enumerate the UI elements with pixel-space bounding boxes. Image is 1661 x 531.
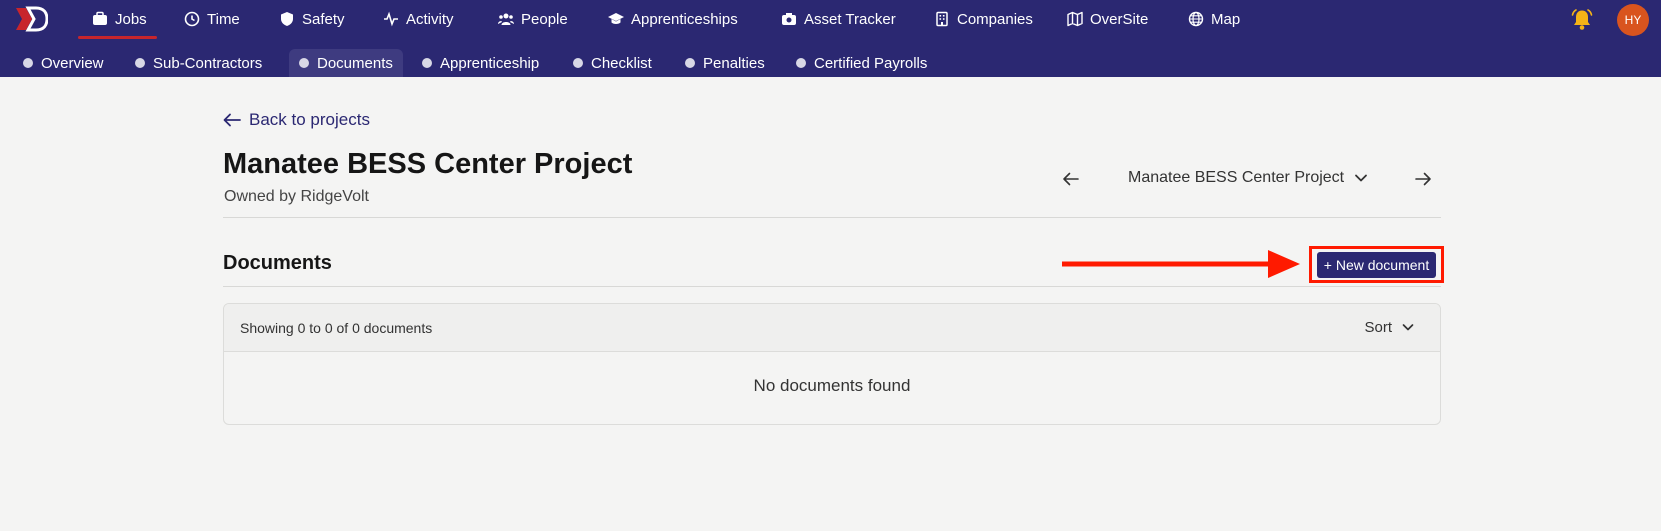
subnav-documents-label: Documents [317, 54, 393, 72]
avatar[interactable]: HY [1617, 4, 1649, 36]
subnav-apprenticeship-label: Apprenticeship [440, 54, 540, 72]
people-icon [498, 13, 514, 25]
subnav-sub-contractors-label: Sub-Contractors [153, 54, 263, 72]
status-dot-icon [422, 58, 432, 68]
subnav-certified-payrolls[interactable]: Certified Payrolls [786, 49, 937, 77]
nav-oversite-label: OverSite [1090, 10, 1149, 28]
camera-icon [782, 13, 796, 25]
subnav-documents[interactable]: Documents [289, 49, 403, 77]
top-navigation-bar: Jobs Time Safety Activity People Apprent… [0, 0, 1661, 77]
results-count: Showing 0 to 0 of 0 documents [240, 320, 433, 336]
sort-dropdown[interactable]: Sort [1364, 319, 1414, 336]
next-project-arrow-icon[interactable] [1414, 171, 1432, 187]
nav-time[interactable]: Time [184, 0, 240, 38]
header-divider [223, 217, 1441, 218]
subnav-checklist-label: Checklist [591, 54, 652, 72]
nav-people[interactable]: People [498, 0, 568, 38]
subnav-penalties-label: Penalties [703, 54, 765, 72]
nav-asset-tracker-label: Asset Tracker [804, 10, 896, 28]
nav-asset-tracker[interactable]: Asset Tracker [781, 0, 896, 38]
sort-label: Sort [1364, 319, 1392, 336]
bell-icon[interactable] [1570, 8, 1594, 32]
nav-apprenticeships-label: Apprenticeships [631, 10, 738, 28]
documents-heading: Documents [223, 252, 332, 274]
status-dot-icon [23, 58, 33, 68]
building-icon [936, 11, 948, 27]
graduation-cap-icon [608, 13, 624, 24]
globe-icon [1188, 11, 1204, 27]
clock-icon [184, 11, 200, 27]
nav-jobs[interactable]: Jobs [92, 0, 147, 38]
new-document-highlight: + New document [1309, 246, 1444, 283]
status-dot-icon [573, 58, 583, 68]
nav-companies[interactable]: Companies [934, 0, 1033, 38]
nav-safety[interactable]: Safety [279, 0, 345, 38]
annotation-arrow-icon [1062, 250, 1300, 278]
subnav-checklist[interactable]: Checklist [563, 49, 662, 77]
briefcase-icon [93, 11, 107, 25]
nav-safety-label: Safety [302, 10, 345, 28]
arrow-left-icon [223, 113, 241, 127]
section-divider [223, 286, 1441, 287]
subnav-penalties[interactable]: Penalties [675, 49, 775, 77]
map-fold-icon [1067, 11, 1083, 27]
nav-active-indicator [78, 36, 157, 39]
documents-panel: Showing 0 to 0 of 0 documents Sort No do… [223, 303, 1441, 425]
previous-project-arrow-icon[interactable] [1062, 171, 1080, 187]
subnav-overview[interactable]: Overview [13, 49, 114, 77]
back-to-projects-link[interactable]: Back to projects [223, 110, 370, 130]
nav-activity[interactable]: Activity [383, 0, 454, 38]
status-dot-icon [685, 58, 695, 68]
chevron-down-icon [1402, 324, 1414, 331]
project-owner: Owned by RidgeVolt [224, 188, 369, 205]
activity-icon [384, 11, 398, 27]
new-document-button[interactable]: + New document [1316, 251, 1437, 278]
chevron-down-icon [1355, 174, 1368, 182]
subnav-overview-label: Overview [41, 54, 104, 72]
status-dot-icon [299, 58, 309, 68]
documents-panel-header: Showing 0 to 0 of 0 documents Sort [224, 304, 1440, 352]
nav-map-label: Map [1211, 10, 1241, 28]
nav-activity-label: Activity [406, 10, 454, 28]
logo-icon[interactable] [14, 6, 48, 32]
project-selector-label: Manatee BESS Center Project [1128, 169, 1345, 186]
nav-companies-label: Companies [957, 10, 1033, 28]
project-selector-dropdown[interactable]: Manatee BESS Center Project [1128, 169, 1368, 187]
back-link-label: Back to projects [249, 110, 370, 129]
page-title: Manatee BESS Center Project [223, 148, 633, 180]
empty-state-message: No documents found [753, 376, 911, 395]
nav-people-label: People [521, 10, 568, 28]
subnav-apprenticeship[interactable]: Apprenticeship [412, 49, 549, 77]
status-dot-icon [796, 58, 806, 68]
subnav-sub-contractors[interactable]: Sub-Contractors [125, 49, 272, 77]
nav-jobs-label: Jobs [115, 10, 147, 28]
status-dot-icon [135, 58, 145, 68]
nav-oversite[interactable]: OverSite [1067, 0, 1148, 38]
nav-map[interactable]: Map [1188, 0, 1240, 38]
subnav-certified-payrolls-label: Certified Payrolls [814, 54, 928, 72]
nav-apprenticeships[interactable]: Apprenticeships [608, 0, 738, 38]
shield-icon [281, 12, 293, 26]
nav-time-label: Time [207, 10, 240, 28]
